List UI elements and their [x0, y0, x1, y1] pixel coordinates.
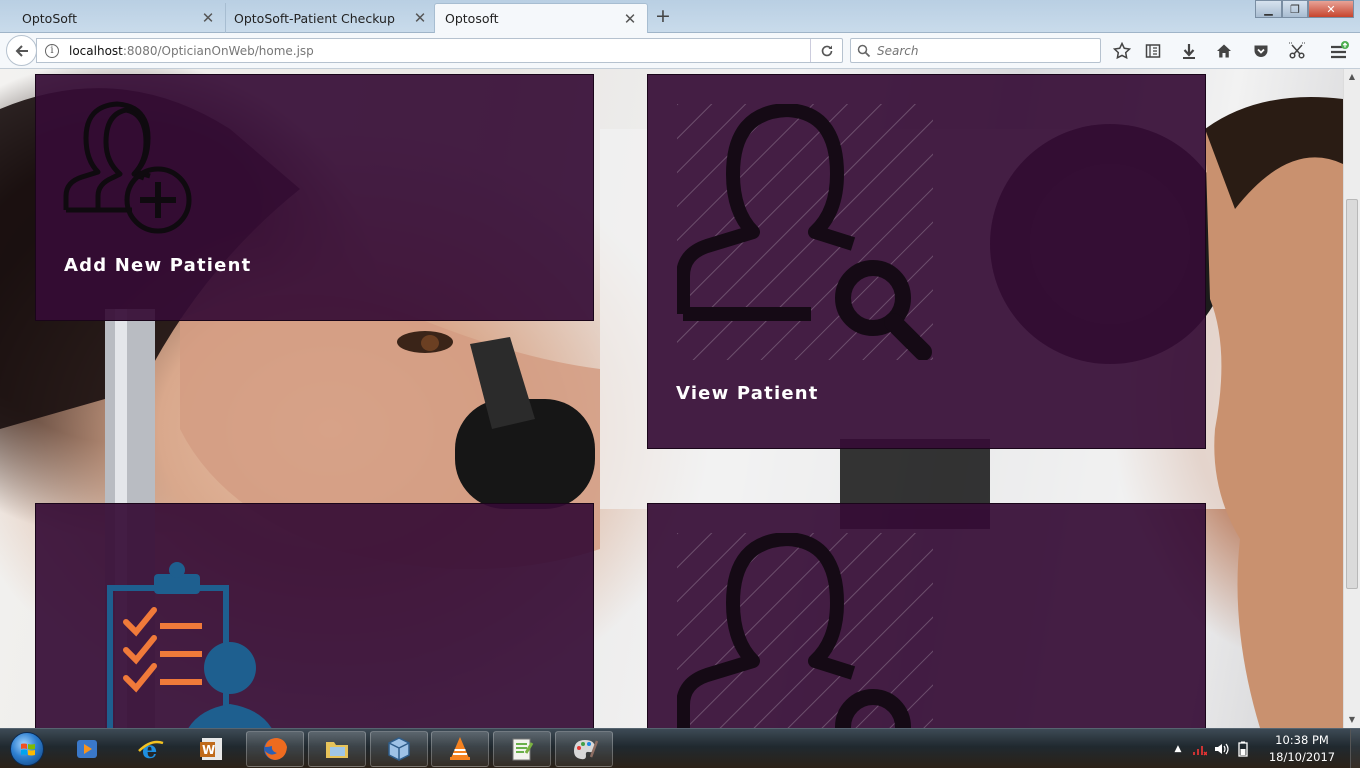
taskbar-firefox-icon[interactable]	[246, 731, 304, 767]
maximize-button[interactable]: ❐	[1282, 0, 1308, 18]
add-user-icon	[63, 101, 192, 234]
page-viewport: Add New Patient View Patient	[0, 69, 1343, 728]
minimize-button[interactable]: ▁	[1255, 0, 1282, 18]
browser-tab-strip: OptoSoft ✕ OptoSoft-Patient Checkup ✕ Op…	[0, 0, 1360, 33]
battery-icon[interactable]	[1237, 741, 1249, 757]
checklist-patient-icon	[107, 562, 272, 728]
search-input[interactable]	[877, 43, 1087, 58]
view-patient-label: View Patient	[676, 383, 819, 404]
bookmark-star-icon[interactable]	[1111, 40, 1133, 62]
patient-records-tile[interactable]	[647, 503, 1206, 728]
taskbar-virtualbox-icon[interactable]	[370, 731, 428, 767]
address-bar[interactable]: i localhost:8080/OpticianOnWeb/home.jsp	[36, 38, 843, 63]
tab-title: Optosoft	[445, 11, 499, 26]
network-icon[interactable]	[1191, 741, 1207, 757]
url-text[interactable]: localhost:8080/OpticianOnWeb/home.jsp	[69, 44, 314, 58]
tab-close-icon[interactable]: ✕	[201, 11, 215, 26]
tab-optosoft-active[interactable]: Optosoft ✕	[434, 3, 648, 33]
tab-title: OptoSoft-Patient Checkup	[234, 10, 395, 26]
show-desktop-button[interactable]	[1350, 729, 1360, 768]
url-host: localhost	[69, 43, 123, 58]
clock[interactable]: 10:38 PM 18/10/2017	[1262, 732, 1342, 766]
taskbar-file-explorer-icon[interactable]	[308, 731, 366, 767]
reading-list-icon[interactable]	[1142, 40, 1164, 62]
search-bar[interactable]	[850, 38, 1101, 63]
taskbar-paint-icon[interactable]	[555, 731, 613, 767]
tab-patient-checkup[interactable]: OptoSoft-Patient Checkup ✕	[224, 3, 438, 33]
svg-text:W: W	[202, 743, 215, 757]
svg-text:e: e	[142, 735, 157, 763]
scroll-up-icon[interactable]: ▲	[1344, 69, 1360, 85]
windows-taskbar: e W ▲ 10:38 PM 18/10/2017	[0, 728, 1360, 768]
view-patient-tile[interactable]: View Patient	[647, 74, 1206, 449]
navigation-toolbar: i localhost:8080/OpticianOnWeb/home.jsp	[0, 33, 1360, 69]
tab-optosoft[interactable]: OptoSoft ✕	[12, 3, 226, 33]
tab-close-icon[interactable]: ✕	[623, 11, 637, 26]
taskbar-vlc-icon[interactable]	[431, 731, 489, 767]
scroll-down-icon[interactable]: ▼	[1344, 712, 1360, 728]
search-user-icon	[677, 533, 933, 728]
clock-time: 10:38 PM	[1275, 733, 1329, 747]
search-icon	[857, 44, 871, 57]
vertical-scrollbar[interactable]: ▲ ▼	[1343, 69, 1360, 728]
screenshot-scissors-icon[interactable]	[1286, 40, 1308, 62]
taskbar-word-icon[interactable]: W	[183, 731, 241, 767]
search-user-icon	[677, 104, 933, 360]
add-new-patient-label: Add New Patient	[64, 255, 252, 276]
tab-close-icon[interactable]: ✕	[413, 11, 427, 26]
patient-checkup-tile[interactable]	[35, 503, 594, 728]
taskbar-internet-explorer-icon[interactable]: e	[122, 731, 180, 767]
clock-date: 18/10/2017	[1268, 750, 1336, 764]
add-new-patient-tile[interactable]: Add New Patient	[35, 74, 594, 321]
back-button[interactable]	[6, 35, 37, 66]
downloads-icon[interactable]	[1178, 40, 1200, 62]
volume-icon[interactable]	[1213, 741, 1229, 757]
close-window-button[interactable]: ✕	[1308, 0, 1354, 18]
windows-logo-icon	[10, 732, 44, 766]
new-tab-button[interactable]: +	[652, 6, 674, 28]
home-icon[interactable]	[1213, 40, 1235, 62]
pocket-icon[interactable]	[1250, 40, 1272, 62]
menu-hamburger-icon[interactable]	[1328, 40, 1350, 62]
reload-icon[interactable]	[810, 39, 842, 62]
back-arrow-icon	[15, 44, 28, 57]
system-tray: ▲	[1171, 729, 1261, 768]
taskbar-notepad-plus-icon[interactable]	[493, 731, 551, 767]
taskbar-media-player-icon[interactable]	[58, 731, 116, 767]
url-path: :8080/OpticianOnWeb/home.jsp	[122, 43, 314, 58]
tray-expand-icon[interactable]: ▲	[1171, 744, 1185, 754]
scrollbar-thumb[interactable]	[1346, 199, 1358, 589]
start-button[interactable]	[4, 730, 50, 768]
tab-title: OptoSoft	[22, 10, 77, 26]
site-info-icon[interactable]: i	[45, 43, 59, 58]
